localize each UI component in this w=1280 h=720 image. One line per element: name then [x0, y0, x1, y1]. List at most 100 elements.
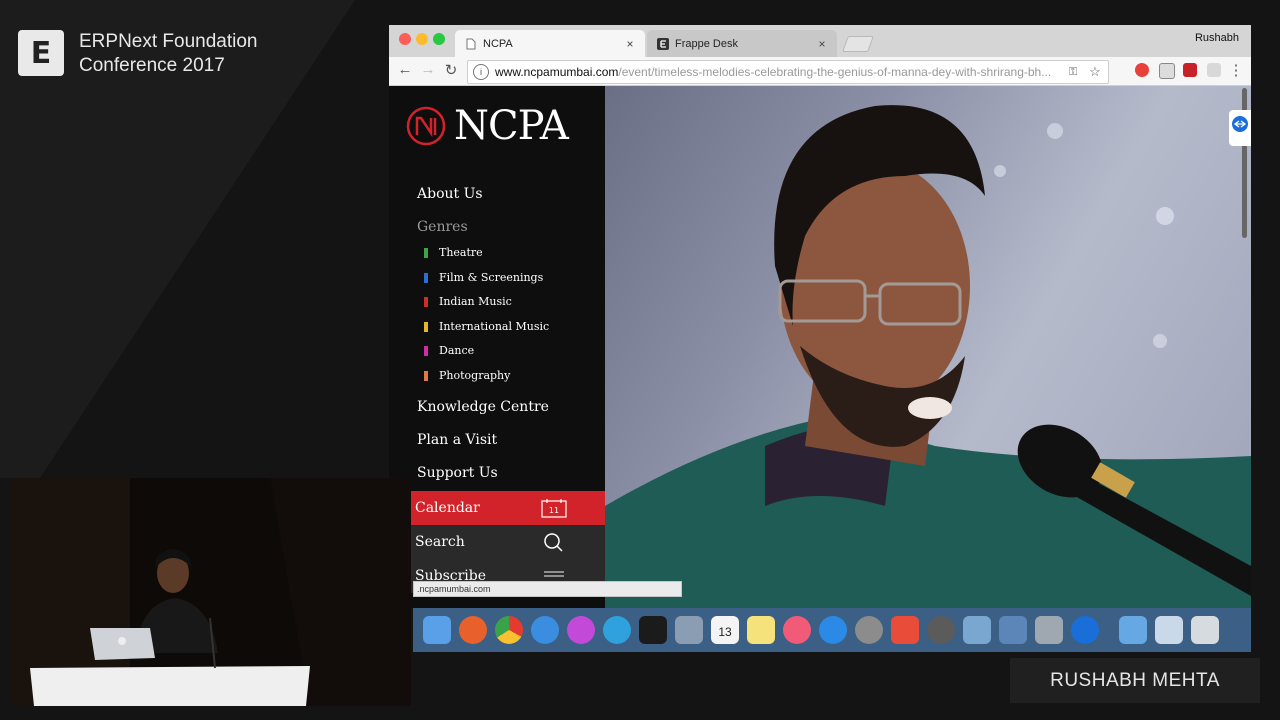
mac-dock: 13 — [413, 608, 1251, 652]
url-path: /event/timeless-melodies-celebrating-the… — [618, 65, 1052, 79]
teamviewer-badge-icon[interactable] — [1229, 110, 1251, 146]
nav-about-us[interactable]: About Us — [417, 186, 483, 202]
minimize-window-button[interactable] — [416, 33, 428, 45]
url-host: www.ncpamumbai.com — [495, 65, 619, 79]
ublock-icon[interactable] — [1183, 63, 1197, 77]
status-bar-url: .ncpamumbai.com — [413, 581, 682, 597]
conference-title: ERPNext Foundation Conference 2017 — [79, 30, 258, 78]
nav-knowledge-centre[interactable]: Knowledge Centre — [417, 399, 549, 415]
nav-calendar-label: Calendar — [415, 500, 480, 516]
safari-icon[interactable] — [531, 616, 559, 644]
genre-dance[interactable]: Dance — [424, 344, 474, 357]
finder-icon[interactable] — [423, 616, 451, 644]
keynote-chart-icon[interactable] — [891, 616, 919, 644]
reload-icon[interactable]: ↻ — [442, 61, 460, 79]
chrome-icon[interactable] — [495, 616, 523, 644]
tab-bar: NCPA × Frappe Desk × Rushabh — [389, 25, 1251, 57]
nav-support-us[interactable]: Support Us — [417, 465, 498, 481]
genre-international-music[interactable]: International Music — [424, 320, 549, 333]
flower-app-icon[interactable] — [567, 616, 595, 644]
tab-label: Frappe Desk — [675, 37, 738, 50]
firefox-icon[interactable] — [459, 616, 487, 644]
nav-plan-a-visit[interactable]: Plan a Visit — [417, 432, 497, 448]
itunes-icon[interactable] — [783, 616, 811, 644]
genre-theatre[interactable]: Theatre — [424, 246, 483, 259]
profile-name[interactable]: Rushabh — [1195, 32, 1239, 44]
tab-frappe-desk[interactable]: Frappe Desk × — [647, 30, 837, 57]
genre-indian-music[interactable]: Indian Music — [424, 295, 512, 308]
frappe-favicon-icon — [657, 37, 669, 50]
screen-window-icon[interactable] — [1155, 616, 1183, 644]
presentation-icon[interactable] — [999, 616, 1027, 644]
tab-close-icon[interactable]: × — [815, 37, 829, 51]
forward-icon[interactable]: → — [419, 61, 437, 78]
genre-photography[interactable]: Photography — [424, 369, 510, 382]
menu-kebab-icon[interactable]: ⋮ — [1227, 61, 1245, 79]
system-preferences-icon[interactable] — [855, 616, 883, 644]
ncpa-logo-text: NCPA — [454, 103, 569, 149]
tab-close-icon[interactable]: × — [623, 37, 637, 51]
nav-search[interactable]: Search — [409, 525, 605, 559]
teamviewer-icon[interactable] — [1071, 616, 1099, 644]
disk-utility-icon[interactable] — [1035, 616, 1063, 644]
search-icon — [544, 533, 563, 552]
opera-extension-icon[interactable] — [1135, 63, 1149, 77]
close-window-button[interactable] — [399, 33, 411, 45]
tab-label: NCPA — [483, 37, 513, 50]
genre-label: Theatre — [439, 246, 483, 259]
new-tab-button[interactable] — [842, 36, 874, 52]
genre-color-bar — [424, 321, 428, 332]
site-sidebar: NCPA About Us Genres Theatre Film & Scre… — [389, 86, 605, 608]
site-info-icon[interactable]: i — [473, 64, 489, 80]
key-icon[interactable]: ⚿ — [1066, 66, 1080, 79]
trash-icon[interactable] — [1191, 616, 1219, 644]
compass-icon[interactable] — [927, 616, 955, 644]
nav-calendar[interactable]: Calendar 11 — [409, 491, 605, 525]
cast-icon[interactable] — [1159, 63, 1175, 79]
singer-photo — [605, 105, 1251, 608]
speaker-video-feed — [10, 478, 411, 706]
genre-color-bar — [424, 345, 428, 356]
genre-label: International Music — [439, 320, 550, 333]
nav-search-label: Search — [415, 534, 465, 550]
calendar-icon: 11 — [541, 499, 567, 518]
conference-logo: E — [18, 30, 64, 76]
genre-color-bar — [424, 272, 428, 283]
ncpa-logo[interactable]: NCPA — [406, 103, 569, 149]
notes-icon[interactable] — [747, 616, 775, 644]
back-icon[interactable]: ← — [396, 61, 414, 78]
bookmark-star-icon[interactable]: ☆ — [1086, 64, 1104, 80]
speaker-name-plate: RUSHABH MEHTA — [1010, 658, 1260, 703]
page-content: NCPA About Us Genres Theatre Film & Scre… — [389, 86, 1251, 608]
event-hero-image — [605, 86, 1251, 608]
terminal-icon[interactable] — [639, 616, 667, 644]
browser-toolbar: ← → ↻ i www.ncpamumbai.com /event/timele… — [389, 57, 1251, 86]
genre-color-bar — [424, 370, 428, 381]
ncpa-emblem-icon — [406, 106, 446, 146]
conference-title-line2: Conference 2017 — [79, 55, 225, 76]
genre-label: Photography — [439, 369, 511, 382]
extension-icon[interactable] — [1207, 63, 1221, 77]
calendar-app-icon[interactable]: 13 — [711, 616, 739, 644]
genre-label: Indian Music — [439, 295, 512, 308]
preview-icon[interactable] — [675, 616, 703, 644]
browser-window: NCPA × Frappe Desk × Rushabh ← → ↻ i www… — [389, 25, 1251, 608]
calendar-day: 11 — [549, 506, 559, 515]
page-icon — [466, 38, 476, 49]
conference-title-line1: ERPNext Foundation — [79, 31, 258, 52]
speaker-video — [10, 478, 411, 706]
app-store-icon[interactable] — [819, 616, 847, 644]
genre-label: Film & Screenings — [439, 271, 544, 284]
genre-color-bar — [424, 296, 428, 307]
address-bar[interactable]: i www.ncpamumbai.com /event/timeless-mel… — [467, 60, 1109, 84]
tab-ncpa[interactable]: NCPA × — [455, 30, 645, 57]
nav-genres-heading: Genres — [417, 219, 468, 235]
genre-color-bar — [424, 247, 428, 258]
image-capture-icon[interactable] — [963, 616, 991, 644]
teamviewer-logo-icon — [1232, 116, 1248, 132]
telegram-icon[interactable] — [603, 616, 631, 644]
genre-film[interactable]: Film & Screenings — [424, 271, 543, 284]
genre-label: Dance — [439, 344, 475, 357]
downloads-folder-icon[interactable] — [1119, 616, 1147, 644]
zoom-window-button[interactable] — [433, 33, 445, 45]
